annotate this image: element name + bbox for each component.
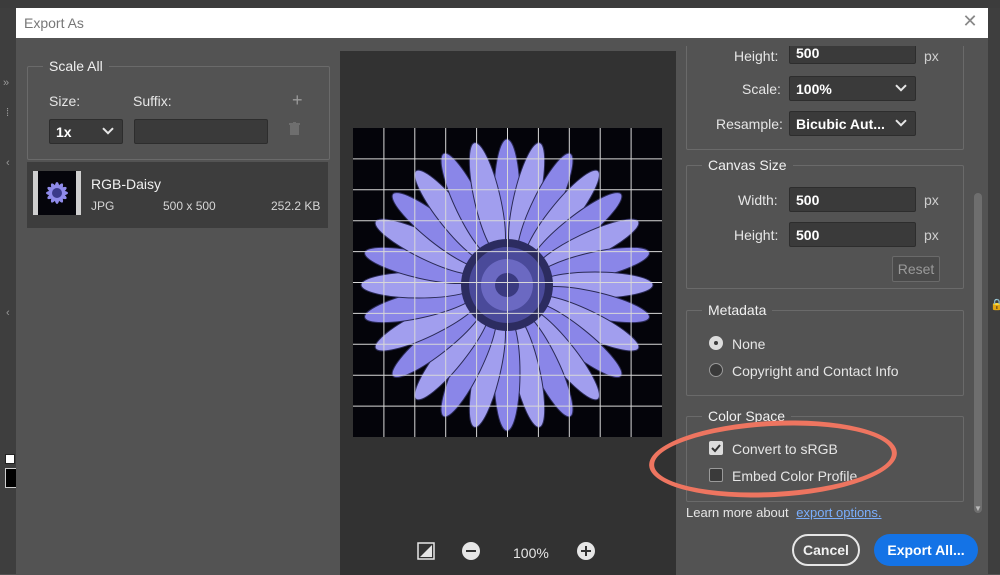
- app-right-strip: 🔒: [988, 8, 1000, 574]
- dialog-title: Export As: [24, 15, 84, 31]
- image-height-label: Height:: [734, 48, 779, 64]
- canvas-width-label: Width:: [738, 192, 778, 208]
- export-options-link[interactable]: export options.: [796, 505, 881, 520]
- metadata-none-radio[interactable]: [709, 336, 723, 350]
- title-bar: Export As ✕: [16, 8, 988, 38]
- metadata-legend: Metadata: [702, 302, 773, 318]
- swatch-icon: [5, 454, 15, 464]
- image-height-unit: px: [924, 48, 939, 64]
- settings-scrollbar[interactable]: [974, 193, 982, 513]
- tool-icon: ‹: [6, 157, 10, 169]
- chevron-down-icon: [895, 83, 907, 92]
- scale-select[interactable]: 100%: [789, 76, 916, 101]
- metadata-copyright-radio[interactable]: [709, 363, 723, 377]
- reset-button[interactable]: Reset: [892, 256, 940, 282]
- daisy-image: [353, 128, 662, 437]
- canvas-width-input[interactable]: 500: [789, 187, 916, 212]
- asset-filesize: 252.2 KB: [271, 199, 321, 213]
- preview-pane: 100%: [340, 51, 676, 575]
- zoom-level: 100%: [513, 545, 549, 561]
- asset-thumbnail: [33, 171, 81, 215]
- metadata-none-label[interactable]: None: [732, 336, 765, 352]
- size-label: Size:: [49, 93, 81, 109]
- resample-label: Resample:: [716, 116, 783, 132]
- cancel-button[interactable]: Cancel: [792, 534, 860, 566]
- canvas-size-legend: Canvas Size: [702, 157, 793, 173]
- size-select[interactable]: 1x: [49, 119, 123, 144]
- scale-all-group: [27, 66, 330, 160]
- asset-name: RGB-Daisy: [91, 176, 162, 192]
- tool-icon: ‹: [6, 307, 10, 319]
- zoom-in-icon[interactable]: [577, 542, 595, 560]
- canvas-height-input[interactable]: 500: [789, 222, 916, 247]
- trash-icon[interactable]: [289, 122, 300, 135]
- image-height-input[interactable]: 500: [789, 46, 916, 64]
- canvas-width-unit: px: [924, 192, 939, 208]
- export-all-button[interactable]: Export All...: [874, 534, 978, 566]
- asset-row[interactable]: RGB-Daisy JPG 500 x 500 252.2 KB: [27, 162, 328, 228]
- chevron-down-icon: [102, 126, 114, 135]
- chevron-down-icon: [895, 118, 907, 127]
- resample-select[interactable]: Bicubic Aut...: [789, 111, 916, 136]
- canvas-height-unit: px: [924, 227, 939, 243]
- size-value: 1x: [56, 123, 72, 140]
- tool-icon: ⁞: [6, 107, 10, 119]
- lock-icon: 🔒: [990, 299, 1000, 311]
- canvas-height-label: Height:: [734, 227, 779, 243]
- metadata-copyright-label[interactable]: Copyright and Contact Info: [732, 363, 899, 379]
- scale-all-legend: Scale All: [43, 58, 109, 74]
- scroll-down-icon[interactable]: ▼: [974, 504, 982, 514]
- app-top-strip: [0, 0, 1000, 8]
- preview-image[interactable]: [353, 128, 662, 437]
- zoom-out-icon[interactable]: [462, 542, 480, 560]
- asset-format: JPG: [91, 199, 115, 213]
- close-icon[interactable]: ✕: [960, 11, 980, 32]
- toggle-slices-icon[interactable]: [417, 542, 435, 560]
- add-icon[interactable]: +: [292, 90, 303, 111]
- metadata-group: [686, 310, 964, 396]
- suffix-label: Suffix:: [133, 93, 172, 109]
- suffix-input[interactable]: [134, 119, 268, 144]
- asset-dimensions: 500 x 500: [163, 199, 216, 213]
- learn-more-text: Learn more about export options.: [686, 505, 882, 520]
- export-as-dialog: Export As ✕ Scale All Size: Suffix: + 1x: [16, 8, 988, 575]
- app-tools-strip: » ⁞ ‹ ‹: [0, 8, 17, 574]
- panel-collapse-icon: »: [3, 77, 10, 89]
- scale-label: Scale:: [742, 81, 781, 97]
